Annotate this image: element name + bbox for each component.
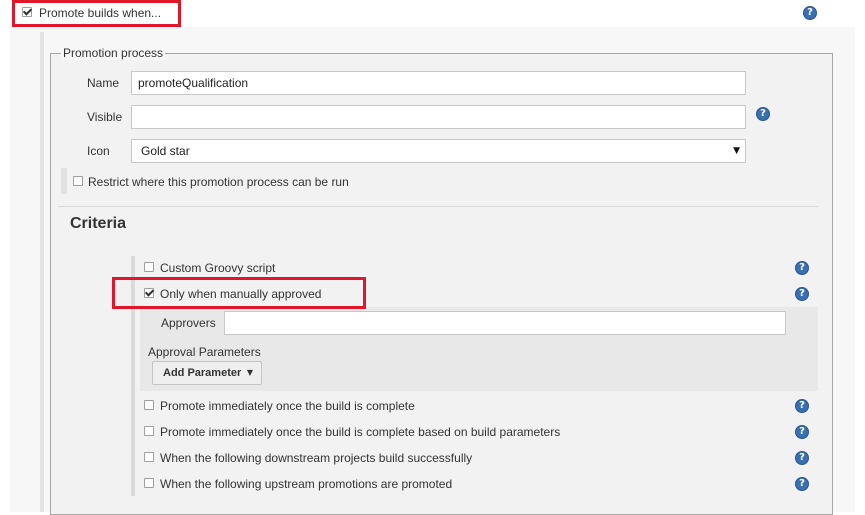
help-icon[interactable]: ? (795, 451, 809, 465)
help-icon[interactable]: ? (795, 287, 809, 301)
custom-groovy-label: Custom Groovy script (160, 261, 276, 275)
restrict-checkbox[interactable] (73, 176, 83, 186)
help-icon[interactable]: ? (795, 425, 809, 439)
help-icon[interactable]: ? (795, 399, 809, 413)
criteria-left-bar (131, 256, 135, 496)
visible-input[interactable] (131, 105, 746, 129)
criteria-heading: Criteria (70, 215, 127, 232)
manual-approval-label: Only when manually approved (160, 287, 322, 301)
icon-select-value: Gold star (141, 144, 190, 158)
immediate-params-checkbox[interactable] (144, 426, 154, 436)
approvers-label: Approvers (161, 316, 216, 330)
downstream-label: When the following downstream projects b… (160, 451, 473, 465)
name-input[interactable]: promoteQualification (131, 71, 746, 95)
approvers-input[interactable] (224, 311, 786, 335)
promote-builds-checkbox[interactable] (22, 7, 32, 17)
upstream-label: When the following upstream promotions a… (160, 477, 453, 491)
help-icon[interactable]: ? (756, 107, 770, 121)
icon-label: Icon (87, 144, 110, 158)
help-icon[interactable]: ? (803, 6, 817, 20)
help-icon[interactable]: ? (795, 477, 809, 491)
approval-parameters-label: Approval Parameters (148, 345, 261, 359)
promote-builds-label: Promote builds when... (39, 6, 162, 20)
add-parameter-label: Add Parameter (163, 367, 242, 379)
name-label: Name (87, 76, 120, 90)
immediate-checkbox[interactable] (144, 400, 154, 410)
add-parameter-button[interactable]: Add Parameter ▼ (152, 361, 262, 385)
immediate-label: Promote immediately once the build is co… (160, 399, 415, 413)
help-icon[interactable]: ? (795, 261, 809, 275)
custom-groovy-checkbox[interactable] (144, 262, 154, 272)
restrict-label: Restrict where this promotion process ca… (88, 175, 349, 189)
icon-select[interactable]: Gold star ▼ (131, 139, 746, 163)
chevron-down-icon: ▼ (733, 146, 740, 156)
restrict-row (61, 168, 67, 194)
visible-label: Visible (87, 110, 123, 124)
manual-approval-checkbox[interactable] (144, 288, 154, 298)
separator (58, 206, 818, 207)
downstream-checkbox[interactable] (144, 452, 154, 462)
outer-left-bar (40, 32, 44, 512)
promotion-process-legend: Promotion process (61, 46, 166, 60)
immediate-params-label: Promote immediately once the build is co… (160, 425, 561, 439)
chevron-down-icon: ▼ (246, 368, 253, 377)
upstream-checkbox[interactable] (144, 478, 154, 488)
